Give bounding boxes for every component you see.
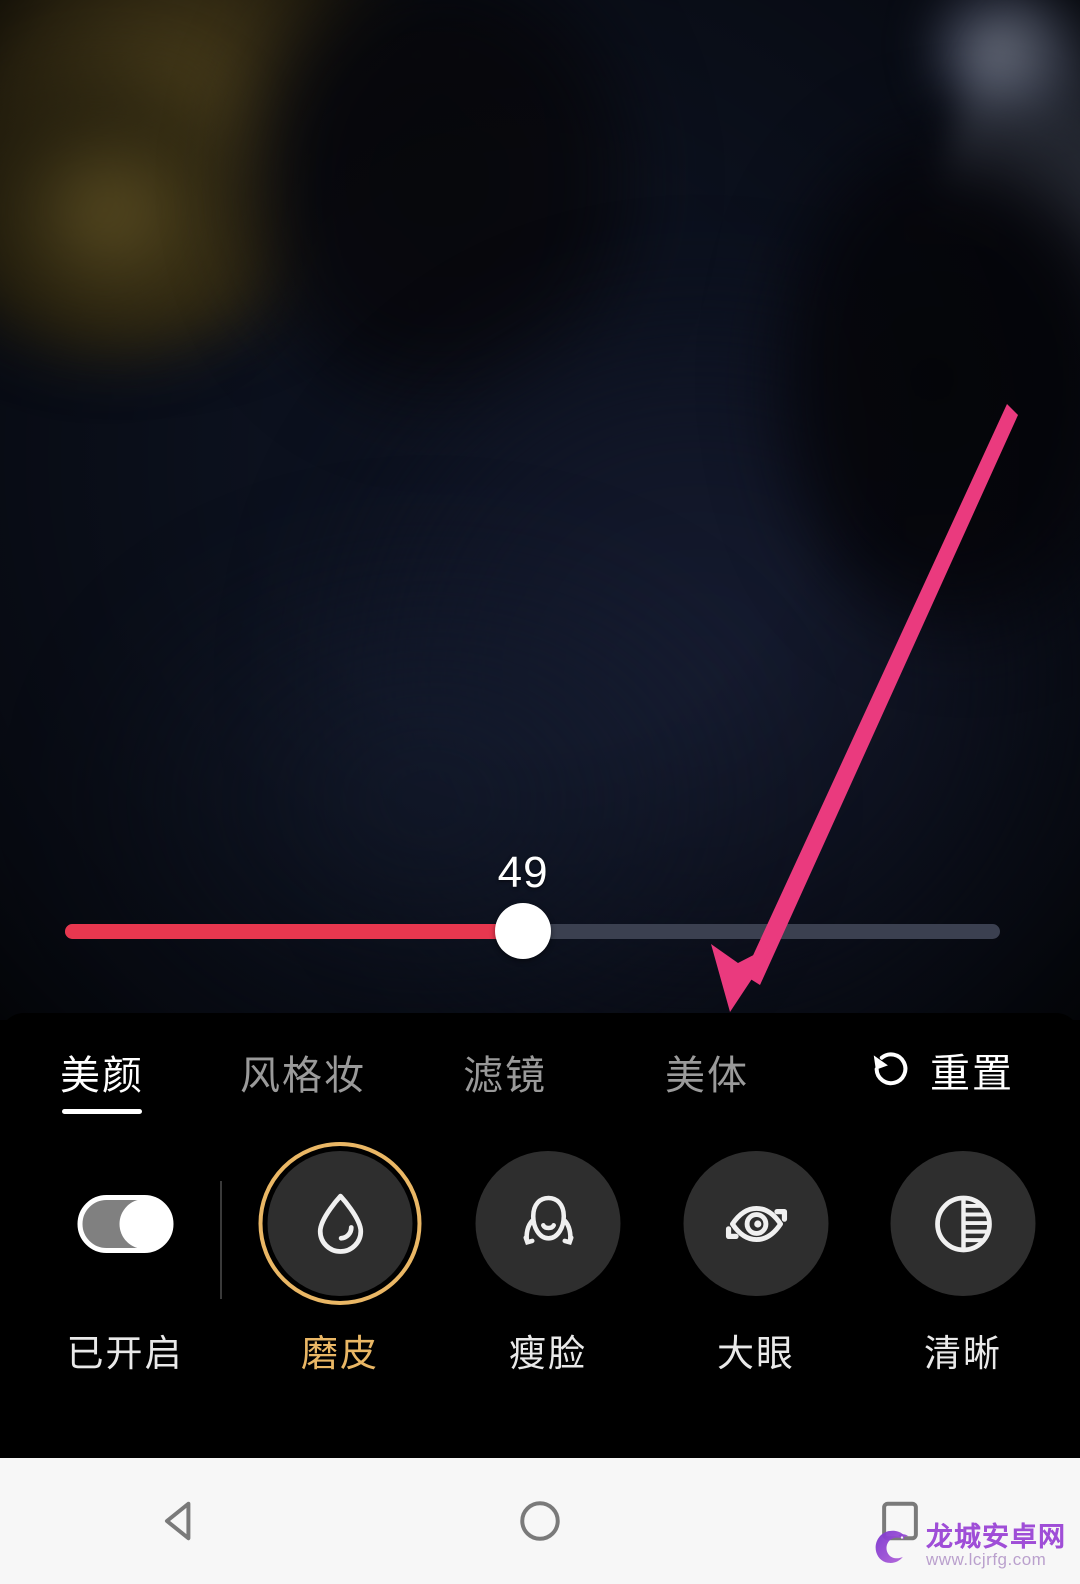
option-mopi[interactable]: 磨皮 xyxy=(258,1142,422,1377)
back-triangle-icon xyxy=(164,1501,191,1541)
slider-value-label: 49 xyxy=(497,848,549,897)
option-label-qingxi: 清晰 xyxy=(924,1333,1002,1374)
beauty-toggle-item[interactable]: 已开启 xyxy=(67,1151,184,1377)
slider-fill xyxy=(65,924,524,939)
option-qingxi[interactable]: 清晰 xyxy=(890,1151,1036,1377)
toggle-wrap xyxy=(77,1151,173,1296)
eye-focus-icon xyxy=(725,1205,787,1242)
slider-knob[interactable] xyxy=(495,903,552,959)
reset-label: 重置 xyxy=(930,1052,1014,1096)
beauty-toggle[interactable] xyxy=(77,1194,173,1253)
option-icon-circle xyxy=(475,1151,621,1296)
tab-lvjing[interactable]: 滤镜 xyxy=(463,1043,547,1101)
beauty-panel: 美颜 风格妆 滤镜 美体 重置 已开启 磨皮 瘦脸 大眼 清晰 xyxy=(0,1013,1080,1458)
option-icon-circle xyxy=(890,1151,1036,1296)
toggle-label: 已开启 xyxy=(66,1333,184,1374)
option-label-dayan: 大眼 xyxy=(717,1333,795,1374)
site-watermark: 龙城安卓网 www.lcjrfg.com xyxy=(866,1520,1066,1572)
tab-bar: 美颜 风格妆 滤镜 美体 重置 xyxy=(0,1013,1080,1126)
nav-back-button[interactable] xyxy=(100,1458,260,1584)
dragon-c-logo-icon xyxy=(875,1530,909,1563)
watermark-url: www.lcjrfg.com xyxy=(926,1550,1047,1570)
beauty-options-row: 已开启 磨皮 瘦脸 大眼 清晰 xyxy=(0,1126,1080,1458)
option-icon-circle xyxy=(683,1151,829,1296)
options-divider xyxy=(220,1181,222,1299)
intensity-slider[interactable]: 49 xyxy=(0,845,1080,975)
home-circle-icon xyxy=(520,1501,560,1541)
phone-screen: 49 美颜 风格妆 滤镜 美体 重置 已开启 磨皮 瘦脸 大眼 清晰 龙城安卓网… xyxy=(0,0,1080,1584)
tab-active-underline xyxy=(62,1109,142,1114)
reset-button[interactable]: 重置 xyxy=(868,1041,1014,1099)
option-selected-ring xyxy=(258,1142,422,1305)
option-label-shoulian: 瘦脸 xyxy=(509,1333,587,1374)
option-label-mopi: 磨皮 xyxy=(301,1333,379,1374)
option-dayan[interactable]: 大眼 xyxy=(683,1151,829,1377)
rotate-ccw-icon xyxy=(873,1052,908,1086)
option-shoulian[interactable]: 瘦脸 xyxy=(475,1151,621,1377)
tab-meiyan[interactable]: 美颜 xyxy=(60,1043,144,1101)
tab-fenggezhuang[interactable]: 风格妆 xyxy=(240,1043,366,1101)
watermark-text: 龙城安卓网 www.lcjrfg.com xyxy=(926,1523,1066,1569)
nav-home-button[interactable] xyxy=(460,1458,620,1584)
watermark-title: 龙城安卓网 xyxy=(926,1521,1066,1552)
face-slim-icon xyxy=(522,1195,574,1245)
toggle-knob xyxy=(119,1198,169,1249)
contrast-icon xyxy=(934,1195,992,1252)
tab-meiti[interactable]: 美体 xyxy=(665,1043,749,1101)
